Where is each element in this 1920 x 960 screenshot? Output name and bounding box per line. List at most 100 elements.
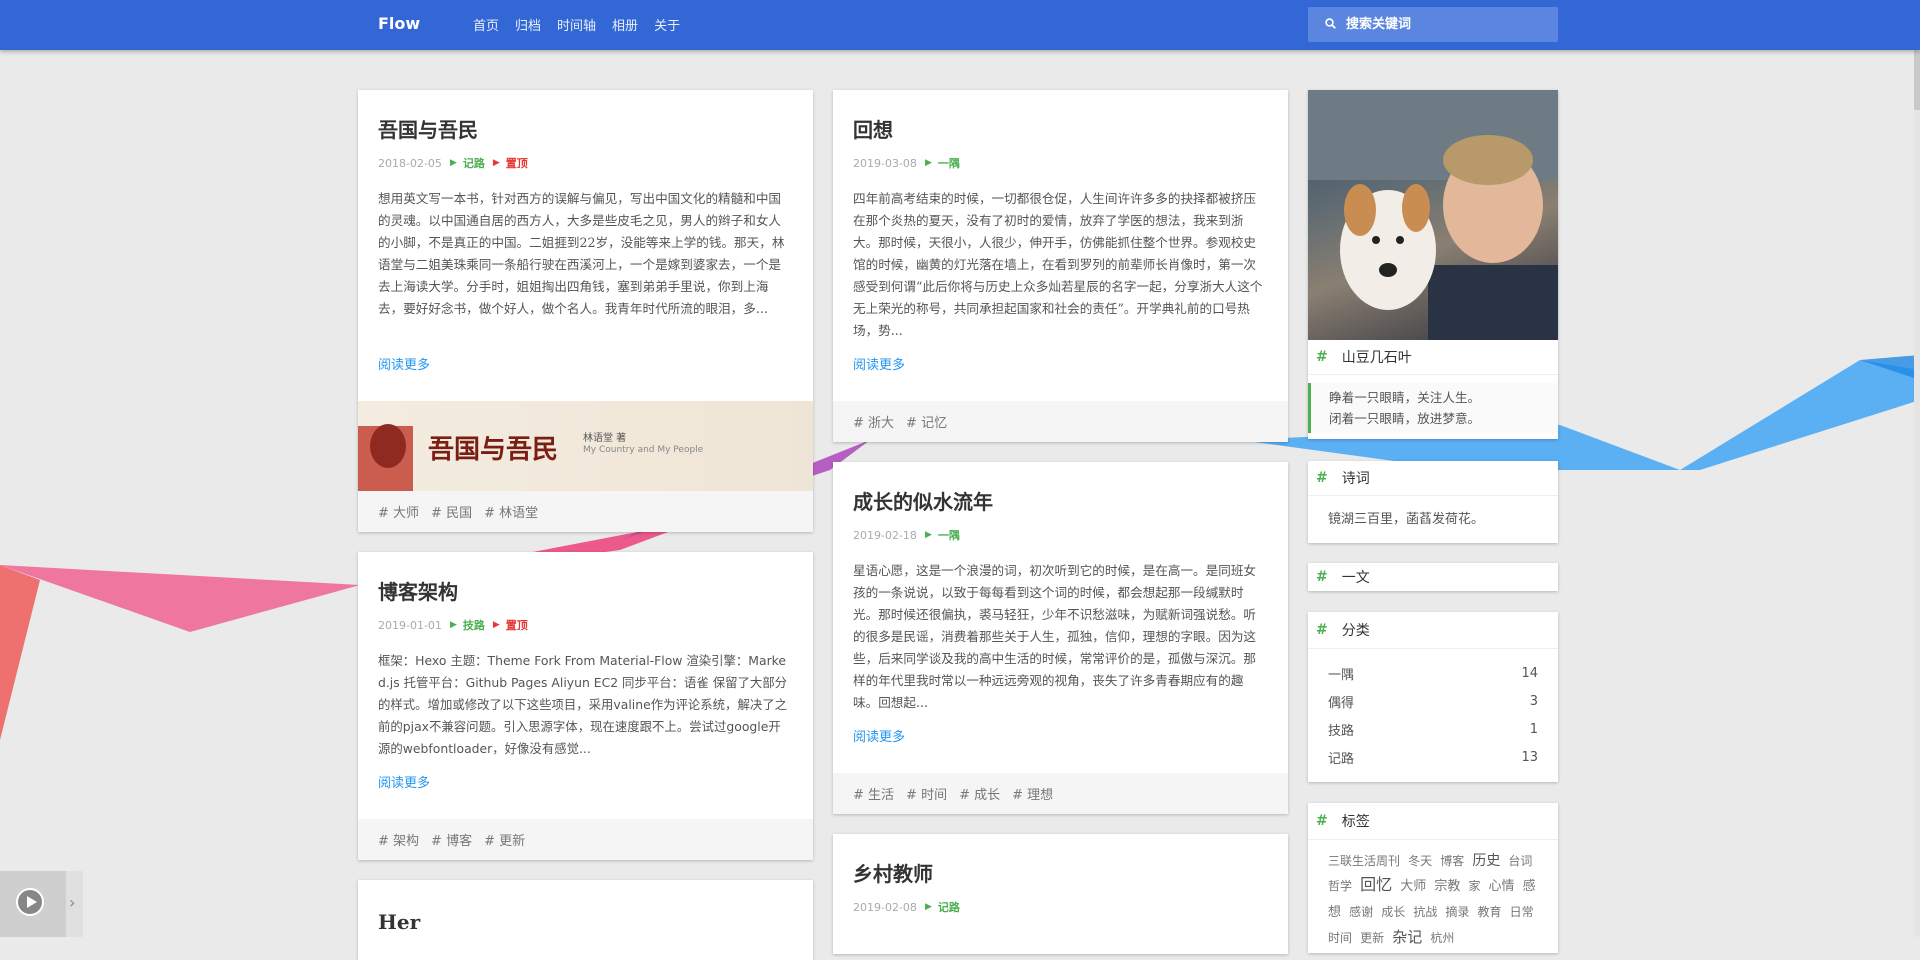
nav-about[interactable]: 关于 [654,15,680,34]
tag-link[interactable]: 教育 [1478,905,1502,919]
category-arrow-icon: ▶ [924,530,932,540]
tag-link[interactable]: # 成长 [959,784,1000,803]
tag-link[interactable]: 家 [1468,879,1480,893]
chevron-right-icon[interactable]: › [69,893,75,912]
post-meta: 2019-02-18 ▶ 一隅 [853,527,1268,543]
read-more-link[interactable]: 阅读更多 [378,354,430,374]
tag-link[interactable]: 时间 [1328,931,1352,945]
tag-link[interactable]: 杭州 [1430,931,1454,945]
tag-link[interactable]: # 时间 [906,784,947,803]
tag-link[interactable]: # 理想 [1012,784,1053,803]
post-category[interactable]: 一隅 [938,527,960,543]
tag-cloud: 三联生活周刊 冬天 博客 历史 台词 哲学 回忆 大师 宗教 家 心情 感想 感… [1308,840,1558,958]
article-widget: # 一文 [1308,563,1558,591]
post-title[interactable]: 成长的似水流年 [853,462,1268,514]
post-date: 2019-02-08 [853,900,917,914]
tag-link[interactable]: 更新 [1360,931,1384,945]
tag-link[interactable]: # 大师 [378,502,419,521]
post-title[interactable]: 回想 [853,90,1268,142]
tag-link[interactable]: 大师 [1400,879,1426,894]
play-icon[interactable] [16,888,44,916]
post-date: 2019-01-01 [378,618,442,632]
sticky-badge: 置顶 [505,619,528,632]
post-tags: # 架构 # 博客 # 更新 [358,819,813,860]
main-nav: 首页 归档 时间轴 相册 关于 [473,15,696,34]
post-category[interactable]: 一隅 [938,155,960,171]
tag-link[interactable]: 台词 [1508,854,1532,868]
tag-link[interactable]: # 浙大 [853,412,894,431]
post-title[interactable]: 博客架构 [378,552,793,604]
post-card: 博客架构 2019-01-01 ▶ 技路 ▶ 置顶 框架：Hexo 主题：The… [358,552,813,860]
tag-link[interactable]: # 博客 [431,830,472,849]
tag-link[interactable]: 回忆 [1360,875,1392,894]
post-tags: # 浙大 # 记忆 [833,401,1288,442]
tag-link[interactable]: # 记忆 [906,412,947,431]
post-tags: # 大师 # 民国 # 林语堂 [358,491,813,532]
tag-link[interactable]: 抗战 [1413,905,1437,919]
search-icon[interactable] [1316,17,1344,32]
scrollbar[interactable] [1914,50,1920,937]
read-more-link[interactable]: 阅读更多 [853,726,905,746]
post-title[interactable]: 吾国与吾民 [378,90,793,142]
widget-title: # 诗词 [1308,461,1558,496]
post-category[interactable]: 记路 [938,899,960,915]
search-input[interactable] [1344,16,1548,33]
tag-link[interactable]: # 架构 [378,830,419,849]
category-item[interactable]: 偶得 3 [1308,687,1558,715]
tag-link[interactable]: 冬天 [1408,854,1432,868]
cover-title: 吾国与吾民 [428,435,559,465]
site-brand[interactable]: Flow [378,14,420,33]
tag-link[interactable]: # 生活 [853,784,894,803]
post-card: 乡村教师 2019-02-08 ▶ 记路 [833,834,1288,954]
tag-link[interactable]: 日常 [1510,905,1534,919]
category-item[interactable]: 技路 1 [1308,715,1558,743]
tag-link[interactable]: 宗教 [1434,879,1460,894]
profile-widget: # 山豆几石叶 睁着一只眼睛，关注人生。 闭着一只眼睛，放进梦意。 [1308,90,1558,439]
tag-link[interactable]: 心情 [1489,879,1515,894]
nav-home[interactable]: 首页 [473,15,499,34]
tag-link[interactable]: 博客 [1440,854,1464,868]
post-category[interactable]: 技路 [463,617,485,633]
post-date: 2019-03-08 [853,156,917,170]
avatar [1308,90,1558,340]
read-more-link[interactable]: 阅读更多 [853,354,905,374]
scrollbar-thumb[interactable] [1914,50,1920,110]
cover-author: 林语堂 著 [583,433,627,444]
nav-album[interactable]: 相册 [612,15,638,34]
nav-timeline[interactable]: 时间轴 [557,15,596,34]
widget-title[interactable]: # 一文 [1308,563,1558,591]
tag-link[interactable]: 感谢 [1349,905,1373,919]
post-cover-image[interactable]: 吾国与吾民 林语堂 著 My Country and My People [358,401,813,491]
profile-name: # 山豆几石叶 [1308,340,1558,375]
tag-link[interactable]: 摘录 [1445,905,1469,919]
tag-link[interactable]: # 更新 [484,830,525,849]
category-item[interactable]: 一隅 14 [1308,659,1558,687]
post-date: 2018-02-05 [378,156,442,170]
tag-link[interactable]: 成长 [1381,905,1405,919]
category-item[interactable]: 记路 13 [1308,743,1558,771]
post-category[interactable]: 记路 [463,155,485,171]
read-more-link[interactable]: 阅读更多 [378,772,430,792]
tag-link[interactable]: 历史 [1472,853,1500,869]
nav-archive[interactable]: 归档 [515,15,541,34]
tag-link[interactable]: # 民国 [431,502,472,521]
tag-link[interactable]: 哲学 [1328,879,1352,893]
cover-subtitle: My Country and My People [583,445,704,455]
post-title[interactable]: 乡村教师 [853,834,1268,886]
tag-link[interactable]: # 林语堂 [484,502,538,521]
post-excerpt: 想用英文写一本书，针对西方的误解与偏见，写出中国文化的精髓和中国的灵魂。以中国通… [378,191,785,316]
post-excerpt: 四年前高考结束的时候，一切都很仓促，人生间许许多多的抉择都被挤压在那个炎热的夏天… [853,191,1263,338]
widget-title: # 分类 [1308,612,1558,649]
post-card: 吾国与吾民 2018-02-05 ▶ 记路 ▶ 置顶 想用英文写一本书，针对西方… [358,90,813,532]
poem-text: 镜湖三百里，菡萏发荷花。 [1328,512,1485,527]
post-tags: # 生活 # 时间 # 成长 # 理想 [833,773,1288,814]
tag-link[interactable]: 杂记 [1392,928,1422,946]
tag-link[interactable]: 三联生活周刊 [1328,854,1400,868]
search-box [1308,7,1558,42]
post-excerpt: 星语心愿，这是一个浪漫的词，初次听到它的时候，是在高一。是同班女孩的一条说说，以… [853,563,1256,710]
tag-widget: # 标签 三联生活周刊 冬天 博客 历史 台词 哲学 回忆 大师 宗教 家 心情 … [1308,803,1558,953]
profile-motto: 睁着一只眼睛，关注人生。 闭着一只眼睛，放进梦意。 [1308,383,1558,433]
post-card: 成长的似水流年 2019-02-18 ▶ 一隅 星语心愿，这是一个浪漫的词，初次… [833,462,1288,814]
post-title[interactable]: Her [378,880,793,934]
category-widget: # 分类 一隅 14 偶得 3 技路 1 记路 13 [1308,612,1558,782]
